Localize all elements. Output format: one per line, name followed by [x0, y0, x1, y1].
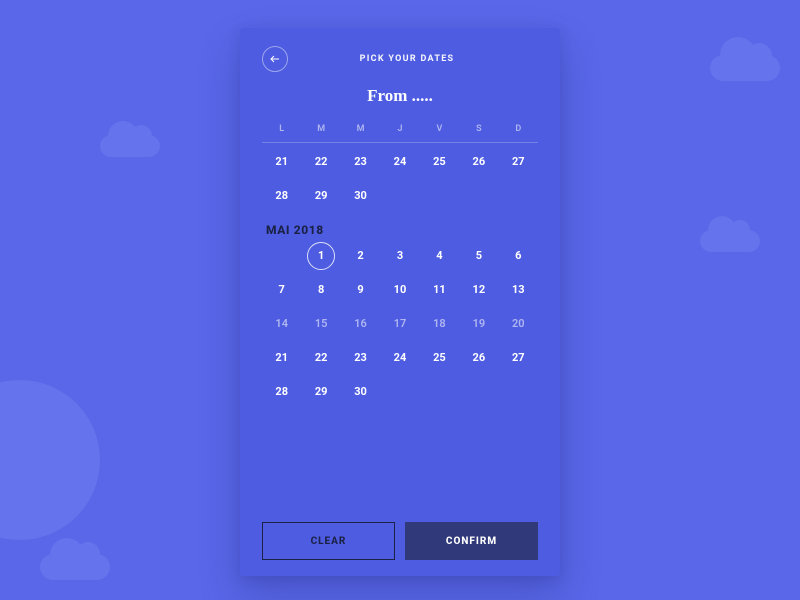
- calendar-day[interactable]: 16: [341, 309, 380, 339]
- cloud-icon: [100, 135, 160, 157]
- calendar-day[interactable]: 28: [262, 377, 301, 407]
- calendar-day[interactable]: 25: [420, 147, 459, 177]
- month-label: MAI 2018: [266, 223, 538, 237]
- calendar-week-row: 123456: [262, 241, 538, 271]
- calendar-week-row: 282930: [262, 377, 538, 407]
- calendar-day-empty: [380, 181, 419, 211]
- decoration-circle: [0, 380, 100, 540]
- calendar-day[interactable]: 11: [420, 275, 459, 305]
- calendar-day-empty: [499, 181, 538, 211]
- calendar-day[interactable]: 3: [380, 241, 419, 271]
- calendar-day[interactable]: 25: [420, 343, 459, 373]
- dow-label: L: [262, 122, 301, 136]
- calendar-day[interactable]: 6: [499, 241, 538, 271]
- dow-label: V: [420, 122, 459, 136]
- cloud-icon: [710, 55, 780, 81]
- calendar-week-row: 78910111213: [262, 275, 538, 305]
- page-title: PICK YOUR DATES: [302, 54, 512, 64]
- calendar-day[interactable]: 30: [341, 181, 380, 211]
- prev-month-tail: 21222324252627 282930: [262, 147, 538, 211]
- calendar-day-empty: [420, 377, 459, 407]
- calendar-day[interactable]: 26: [459, 343, 498, 373]
- calendar-day[interactable]: 28: [262, 181, 301, 211]
- confirm-button[interactable]: CONFIRM: [405, 522, 538, 560]
- dow-label: J: [380, 122, 419, 136]
- calendar-day[interactable]: 20: [499, 309, 538, 339]
- dow-label: M: [301, 122, 340, 136]
- calendar-day[interactable]: 7: [262, 275, 301, 305]
- calendar-day[interactable]: 22: [301, 343, 340, 373]
- calendar-day[interactable]: 27: [499, 147, 538, 177]
- day-of-week-header: L M M J V S D: [262, 122, 538, 143]
- calendar-day[interactable]: 19: [459, 309, 498, 339]
- calendar-day[interactable]: 15: [301, 309, 340, 339]
- calendar-day[interactable]: 14: [262, 309, 301, 339]
- arrow-left-icon: [269, 53, 281, 65]
- calendar-week-row: 21222324252627: [262, 343, 538, 373]
- calendar-day[interactable]: 8: [301, 275, 340, 305]
- cloud-icon: [40, 554, 110, 580]
- calendar-day[interactable]: 21: [262, 147, 301, 177]
- calendar-day-empty: [380, 377, 419, 407]
- calendar-week-row: 14151617181920: [262, 309, 538, 339]
- calendar-day[interactable]: 26: [459, 147, 498, 177]
- month-grid: 1234567891011121314151617181920212223242…: [262, 241, 538, 407]
- calendar-day-empty: [499, 377, 538, 407]
- calendar-day[interactable]: 1: [301, 241, 340, 271]
- calendar-day-empty: [459, 181, 498, 211]
- back-button[interactable]: [262, 46, 288, 72]
- calendar-day[interactable]: 23: [341, 343, 380, 373]
- calendar-day[interactable]: 21: [262, 343, 301, 373]
- calendar-day[interactable]: 4: [420, 241, 459, 271]
- calendar-day[interactable]: 30: [341, 377, 380, 407]
- calendar-day[interactable]: 24: [380, 343, 419, 373]
- button-label: CLEAR: [311, 536, 347, 547]
- dow-label: M: [341, 122, 380, 136]
- calendar-day[interactable]: 9: [341, 275, 380, 305]
- clear-button[interactable]: CLEAR: [262, 522, 395, 560]
- calendar-day[interactable]: 29: [301, 181, 340, 211]
- calendar-day[interactable]: 23: [341, 147, 380, 177]
- calendar-day[interactable]: 17: [380, 309, 419, 339]
- calendar-week-row: 282930: [262, 181, 538, 211]
- calendar-day[interactable]: 22: [301, 147, 340, 177]
- topbar: PICK YOUR DATES: [262, 46, 538, 72]
- calendar-day[interactable]: 24: [380, 147, 419, 177]
- calendar-day[interactable]: 5: [459, 241, 498, 271]
- cloud-icon: [700, 230, 760, 252]
- calendar: L M M J V S D 21222324252627282930 MAI 2…: [262, 122, 538, 514]
- calendar-week-row: 21222324252627: [262, 147, 538, 177]
- calendar-day[interactable]: 13: [499, 275, 538, 305]
- calendar-day[interactable]: 27: [499, 343, 538, 373]
- calendar-day-empty: [262, 241, 301, 271]
- calendar-day[interactable]: 18: [420, 309, 459, 339]
- calendar-day[interactable]: 10: [380, 275, 419, 305]
- calendar-day[interactable]: 12: [459, 275, 498, 305]
- action-row: CLEAR CONFIRM: [262, 522, 538, 560]
- calendar-day-empty: [420, 181, 459, 211]
- button-label: CONFIRM: [446, 536, 497, 547]
- calendar-day[interactable]: 29: [301, 377, 340, 407]
- dow-label: S: [459, 122, 498, 136]
- date-picker-card: PICK YOUR DATES From ..... L M M J V S D…: [240, 28, 560, 576]
- calendar-day[interactable]: 2: [341, 241, 380, 271]
- range-from-label: From .....: [262, 86, 538, 106]
- calendar-day-empty: [459, 377, 498, 407]
- dow-label: D: [499, 122, 538, 136]
